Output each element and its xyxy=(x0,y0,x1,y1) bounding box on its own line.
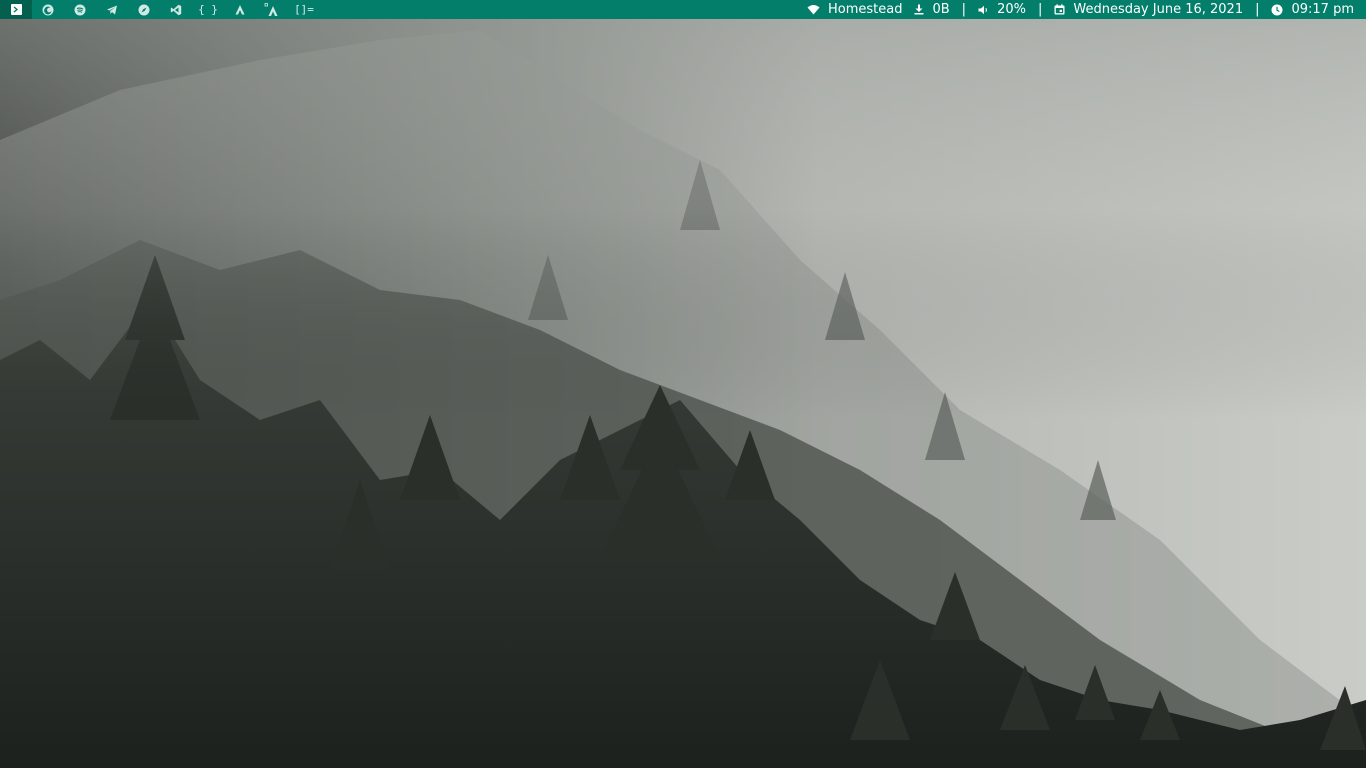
firefox-button[interactable] xyxy=(32,0,64,19)
download-status[interactable]: 0B xyxy=(914,0,950,19)
spotify-icon xyxy=(74,4,86,15)
volume-status[interactable]: 20% xyxy=(978,0,1026,19)
firefox-icon xyxy=(42,4,54,15)
compass-icon xyxy=(138,4,150,15)
layout-indicator[interactable]: []= xyxy=(288,0,320,19)
date-status[interactable]: Wednesday June 16, 2021 xyxy=(1054,0,1243,19)
status-separator: | xyxy=(1037,2,1043,17)
network-status[interactable]: Homestead xyxy=(807,0,902,19)
font-manager-icon xyxy=(264,2,278,16)
inkscape-button[interactable] xyxy=(224,0,256,19)
wallpaper-image xyxy=(0,0,1366,768)
status-separator: | xyxy=(1255,2,1260,17)
clock-icon xyxy=(1271,4,1283,15)
wifi-icon xyxy=(807,5,820,15)
telegram-icon xyxy=(107,5,117,14)
status-area: Homestead 0B | 20% | Wednesday June 16, … xyxy=(807,0,1366,19)
terminal-launcher-button[interactable] xyxy=(0,0,32,19)
download-rate: 0B xyxy=(932,2,950,17)
download-icon xyxy=(914,4,924,15)
inkscape-icon xyxy=(235,4,245,14)
vscode-icon xyxy=(170,4,182,15)
volume-icon xyxy=(978,5,987,14)
workspace-app-launchers: { } []= xyxy=(0,0,320,19)
clock-status[interactable]: 09:17 pm xyxy=(1271,0,1354,19)
braces-button[interactable]: { } xyxy=(192,0,224,19)
desktop: { } []= Homestead 0B | 20% | Wednesday J… xyxy=(0,0,1366,768)
calendar-icon xyxy=(1054,4,1065,15)
layout-icon: []= xyxy=(294,3,314,16)
compass-button[interactable] xyxy=(128,0,160,19)
spotify-button[interactable] xyxy=(64,0,96,19)
braces-icon: { } xyxy=(198,3,218,16)
network-name: Homestead xyxy=(827,2,903,17)
volume-level: 20% xyxy=(997,2,1026,17)
date-text: Wednesday June 16, 2021 xyxy=(1073,2,1244,17)
terminal-launcher-icon xyxy=(10,4,22,15)
top-status-bar: { } []= Homestead 0B | 20% | Wednesday J… xyxy=(0,0,1366,19)
status-separator: | xyxy=(961,2,967,17)
telegram-button[interactable] xyxy=(96,0,128,19)
vscode-button[interactable] xyxy=(160,0,192,19)
clock-text: 09:17 pm xyxy=(1291,2,1354,17)
font-manager-button[interactable] xyxy=(256,0,288,19)
